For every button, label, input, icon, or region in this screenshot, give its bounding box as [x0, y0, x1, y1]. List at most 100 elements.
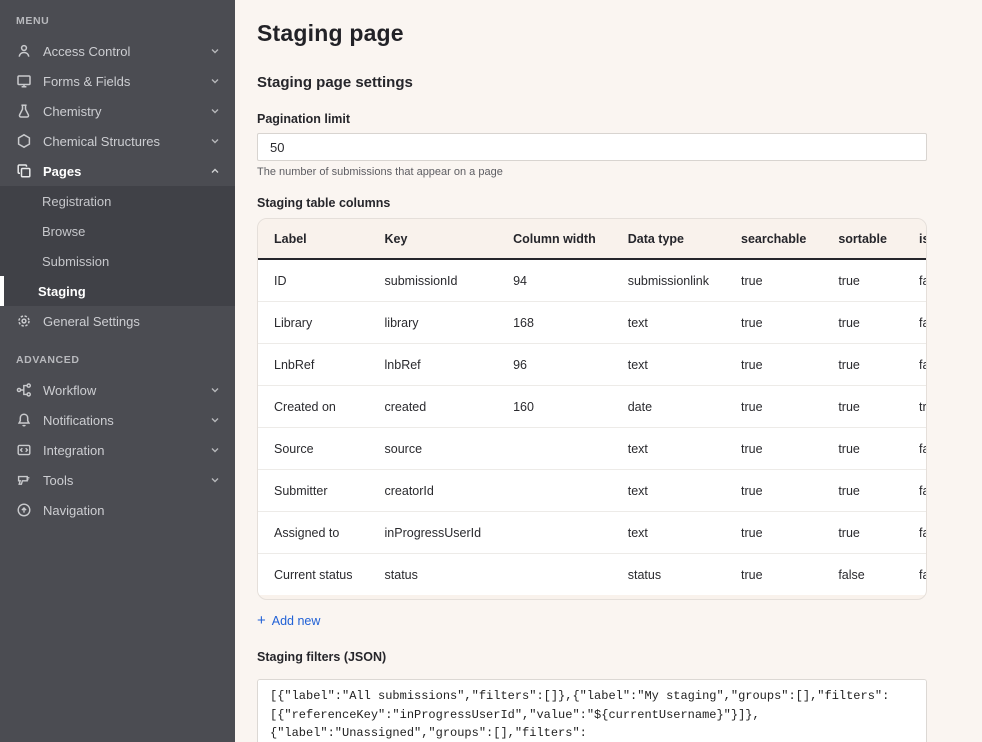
cell-searchable[interactable]: true — [725, 386, 822, 428]
sidebar-item-workflow[interactable]: Workflow — [0, 375, 235, 405]
cell-isdate[interactable]: false — [903, 470, 927, 512]
cell-searchable[interactable]: true — [725, 554, 822, 596]
cell-width[interactable] — [497, 554, 612, 596]
cell-datatype[interactable]: text — [612, 302, 725, 344]
table-row: Submitter creatorId text true true false — [258, 470, 927, 512]
navigation-icon — [16, 502, 32, 518]
sidebar-item-chemistry[interactable]: Chemistry — [0, 96, 235, 126]
cell-sortable[interactable]: false — [822, 554, 903, 596]
sidebar-item-tools[interactable]: Tools — [0, 465, 235, 495]
table-row: Assigned to inProgressUserId text true t… — [258, 512, 927, 554]
cell-width[interactable]: 160 — [497, 386, 612, 428]
cell-datatype[interactable]: text — [612, 470, 725, 512]
sidebar-item-general-settings[interactable]: General Settings — [0, 306, 235, 336]
cell-isdate[interactable]: false — [903, 554, 927, 596]
sidebar-item-integration[interactable]: Integration — [0, 435, 235, 465]
cell-label[interactable]: Submitter — [258, 470, 369, 512]
cell-sortable[interactable]: true — [822, 512, 903, 554]
chevron-down-icon — [209, 474, 221, 486]
cell-isdate[interactable]: false — [903, 428, 927, 470]
cell-datatype[interactable]: text — [612, 512, 725, 554]
cell-searchable[interactable]: true — [725, 512, 822, 554]
pages-icon — [16, 163, 32, 179]
cell-searchable[interactable]: true — [725, 259, 822, 302]
cell-key[interactable]: creatorId — [369, 470, 498, 512]
chevron-down-icon — [209, 414, 221, 426]
sidebar-item-pages[interactable]: Pages — [0, 156, 235, 186]
cell-width[interactable] — [497, 512, 612, 554]
cell-searchable[interactable]: true — [725, 470, 822, 512]
cell-label[interactable]: Assigned to — [258, 512, 369, 554]
cell-isdate[interactable]: true — [903, 386, 927, 428]
cell-width[interactable]: 168 — [497, 302, 612, 344]
cell-searchable[interactable]: true — [725, 344, 822, 386]
staging-filters-label: Staging filters (JSON) — [257, 650, 927, 664]
sidebar-item-staging[interactable]: Staging — [0, 276, 235, 306]
cell-key[interactable]: created — [369, 386, 498, 428]
cell-width[interactable] — [497, 470, 612, 512]
cell-sortable[interactable]: true — [822, 302, 903, 344]
table-row: ID submissionId 94 submissionlink true t… — [258, 259, 927, 302]
cell-key[interactable]: lnbRef — [369, 344, 498, 386]
cell-width[interactable]: 94 — [497, 259, 612, 302]
cell-isdate[interactable]: false — [903, 344, 927, 386]
hexagon-icon — [16, 133, 32, 149]
cell-datatype[interactable]: date — [612, 386, 725, 428]
cell-width[interactable]: 96 — [497, 344, 612, 386]
advanced-section-label: ADVANCED — [0, 336, 235, 375]
submenu-item-label: Staging — [38, 284, 86, 299]
cell-datatype[interactable]: status — [612, 554, 725, 596]
main-content: Staging page Staging page settings Pagin… — [235, 0, 982, 742]
table-row: Source source text true true false — [258, 428, 927, 470]
cell-datatype[interactable]: submissionlink — [612, 259, 725, 302]
monitor-icon — [16, 73, 32, 89]
cell-datatype[interactable]: text — [612, 428, 725, 470]
cell-isdate[interactable]: false — [903, 512, 927, 554]
pagination-limit-input[interactable] — [257, 133, 927, 161]
person-icon — [16, 43, 32, 59]
cell-label[interactable]: Current status — [258, 554, 369, 596]
pagination-limit-field: Pagination limit The number of submissio… — [257, 112, 927, 178]
cell-label[interactable]: Created on — [258, 386, 369, 428]
sidebar-item-submission[interactable]: Submission — [0, 246, 235, 276]
cell-label[interactable]: Library — [258, 302, 369, 344]
cell-key[interactable]: library — [369, 302, 498, 344]
cell-label[interactable]: LnbRef — [258, 344, 369, 386]
staging-table-columns-label: Staging table columns — [257, 196, 927, 210]
cell-sortable[interactable]: true — [822, 386, 903, 428]
sidebar-item-label: Tools — [43, 473, 198, 488]
sidebar-item-navigation[interactable]: Navigation — [0, 495, 235, 525]
workflow-icon — [16, 382, 32, 398]
sidebar-item-notifications[interactable]: Notifications — [0, 405, 235, 435]
sidebar-item-label: Integration — [43, 443, 198, 458]
cell-isdate[interactable]: false — [903, 259, 927, 302]
cell-sortable[interactable]: true — [822, 344, 903, 386]
cell-label[interactable]: ID — [258, 259, 369, 302]
submenu-item-label: Submission — [42, 254, 109, 269]
chevron-up-icon — [209, 165, 221, 177]
add-new-link[interactable]: + Add new — [257, 613, 320, 628]
cell-key[interactable]: source — [369, 428, 498, 470]
cell-isdate[interactable]: false — [903, 302, 927, 344]
sidebar-item-chemical-structures[interactable]: Chemical Structures — [0, 126, 235, 156]
cell-searchable[interactable]: true — [725, 428, 822, 470]
column-header-searchable: searchable — [725, 219, 822, 259]
cell-sortable[interactable]: true — [822, 259, 903, 302]
cell-key[interactable]: submissionId — [369, 259, 498, 302]
cell-sortable[interactable]: true — [822, 470, 903, 512]
sidebar-item-browse[interactable]: Browse — [0, 216, 235, 246]
staging-filters-textarea[interactable]: [{"label":"All submissions","filters":[]… — [257, 679, 927, 742]
integration-icon — [16, 442, 32, 458]
cell-key[interactable]: inProgressUserId — [369, 512, 498, 554]
cell-searchable[interactable]: true — [725, 302, 822, 344]
sidebar-item-access-control[interactable]: Access Control — [0, 36, 235, 66]
sidebar-item-registration[interactable]: Registration — [0, 186, 235, 216]
cell-datatype[interactable]: text — [612, 344, 725, 386]
sidebar-item-label: General Settings — [43, 314, 221, 329]
cell-width[interactable] — [497, 428, 612, 470]
cell-label[interactable]: Source — [258, 428, 369, 470]
cell-key[interactable]: status — [369, 554, 498, 596]
cell-sortable[interactable]: true — [822, 428, 903, 470]
columns-table-header-row: Label Key Column width Data type searcha… — [258, 219, 927, 259]
sidebar-item-forms-fields[interactable]: Forms & Fields — [0, 66, 235, 96]
